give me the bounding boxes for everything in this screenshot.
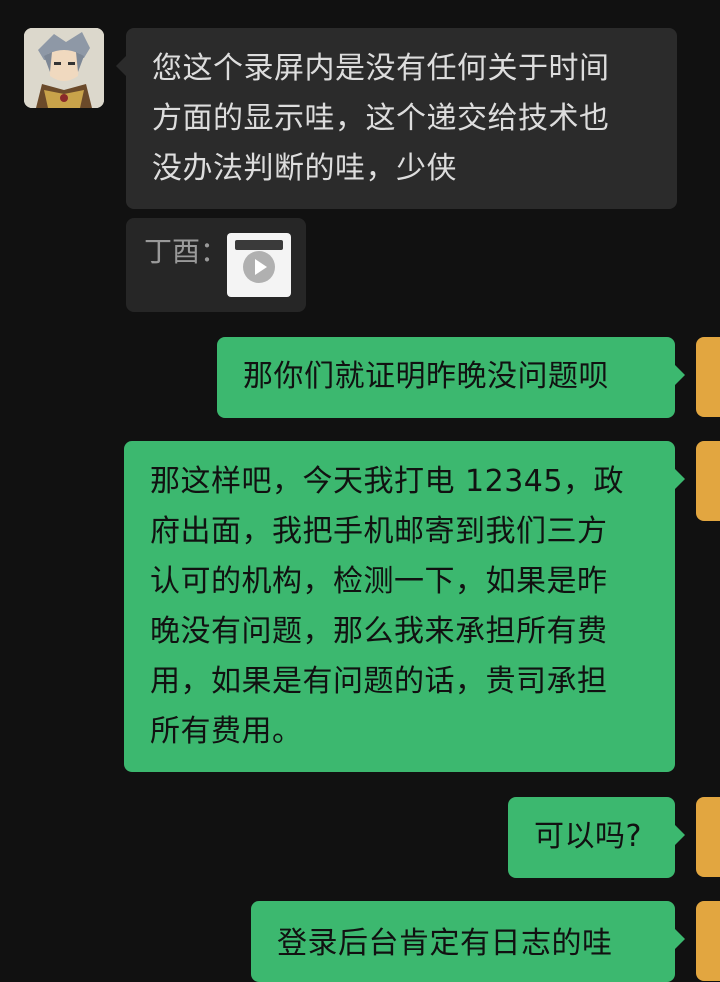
self-avatar[interactable] (696, 337, 720, 417)
bubble-tail (675, 929, 685, 949)
message-line: 晚没有问题，那么我来承担所有费 (150, 614, 608, 649)
quoted-message[interactable]: 丁酉： (126, 218, 306, 312)
message-line: 登录后台肯定有日志的哇 (277, 926, 613, 961)
self-avatar[interactable] (696, 901, 720, 981)
thumbnail-banner (235, 240, 283, 250)
message-line: 所有费用。 (150, 714, 303, 749)
bubble-tail (675, 365, 685, 385)
self-avatar[interactable] (696, 797, 720, 877)
outgoing-message-bubble[interactable]: 可以吗? (508, 797, 685, 878)
message-line: 府出面，我把手机邮寄到我们三方 (150, 514, 608, 549)
outgoing-message-bubble[interactable]: 登录后台肯定有日志的哇 (251, 901, 685, 982)
message-line: 您这个录屏内是没有任何关于时间 (152, 51, 610, 86)
quote-sender-label: 丁酉： (144, 235, 229, 268)
warrior-portrait-icon (24, 28, 104, 108)
bubble-tail (675, 825, 685, 845)
outgoing-message-bubble[interactable]: 那你们就证明昨晚没问题呗 (217, 337, 685, 418)
message-line: 那这样吧，今天我打电 12345，政 (150, 464, 624, 499)
bubble-tail (675, 469, 685, 489)
self-avatar[interactable] (696, 441, 720, 521)
message-line: 可以吗? (534, 819, 642, 854)
video-thumbnail[interactable] (227, 233, 291, 297)
message-line: 方面的显示哇，这个递交给技术也 (152, 101, 610, 136)
message-line: 没办法判断的哇，少侠 (152, 151, 457, 186)
message-line: 认可的机构，检测一下，如果是昨 (150, 564, 608, 599)
incoming-message-bubble[interactable]: 您这个录屏内是没有任何关于时间 方面的显示哇，这个递交给技术也 没办法判断的哇，… (116, 28, 677, 209)
message-line: 那你们就证明昨晚没问题呗 (243, 359, 609, 394)
contact-avatar[interactable] (24, 28, 104, 108)
message-line: 用，如果是有问题的话，贵司承担 (150, 664, 608, 699)
outgoing-message-bubble[interactable]: 那这样吧，今天我打电 12345，政 府出面，我把手机邮寄到我们三方 认可的机构… (124, 441, 685, 772)
bubble-tail (116, 56, 126, 76)
video-play-icon[interactable] (243, 251, 275, 283)
